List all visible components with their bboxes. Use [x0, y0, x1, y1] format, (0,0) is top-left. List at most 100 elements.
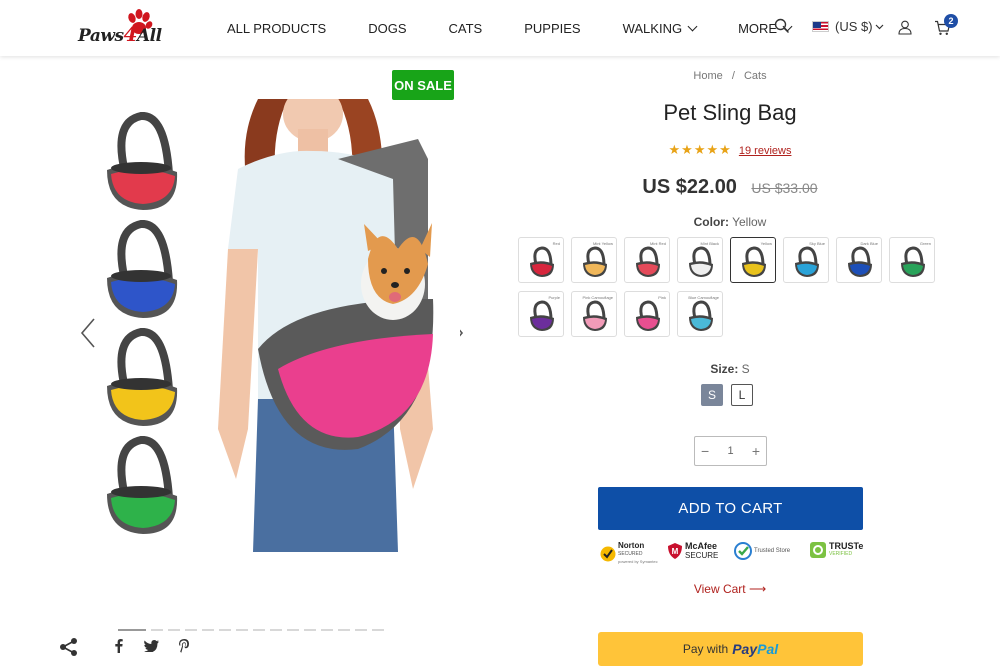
swatch-label: Green: [919, 241, 931, 246]
color-swatch-green[interactable]: Green: [889, 237, 935, 283]
swatch-bag-icon: [848, 246, 872, 277]
color-swatch-yellow[interactable]: Yellow: [730, 237, 776, 283]
qty-decrement-button[interactable]: −: [701, 443, 709, 459]
gallery-dot[interactable]: [304, 629, 316, 631]
swatch-label: Red: [552, 241, 560, 246]
norton-check-icon: [600, 546, 616, 562]
gallery-dot[interactable]: [270, 629, 282, 631]
gallery-dot[interactable]: [219, 629, 231, 631]
color-swatch-dark-blue[interactable]: Dark Blue: [836, 237, 882, 283]
site-logo[interactable]: Paws4All: [78, 8, 182, 48]
color-option-label: Color: Yellow: [693, 215, 767, 229]
quantity-stepper: − 1 +: [694, 436, 767, 466]
swatch-bag-icon: [742, 246, 766, 277]
paypal-logo-pay: Pay: [732, 641, 758, 657]
selected-color: Yellow: [732, 215, 767, 229]
gallery-dot[interactable]: [202, 629, 214, 631]
site-header: Paws4All ALL PRODUCTS DOGS CATS PUPPIES …: [0, 0, 1000, 56]
us-flag-icon: [812, 21, 829, 32]
swatch-bag-icon: [636, 246, 660, 277]
nav-all-products[interactable]: ALL PRODUCTS: [227, 0, 326, 56]
gallery-dot[interactable]: [355, 629, 367, 631]
truste-icon: [810, 542, 826, 558]
nav-cats[interactable]: CATS: [449, 0, 483, 56]
prev-image-arrow-icon[interactable]: [80, 318, 96, 348]
currency-label: (US $): [835, 19, 873, 34]
view-cart-link[interactable]: View Cart ⟶: [580, 582, 880, 596]
color-swatch-mint-red[interactable]: Mint Red: [624, 237, 670, 283]
share-icon[interactable]: [59, 637, 79, 657]
svg-text:M: M: [672, 547, 679, 556]
nav-puppies[interactable]: PUPPIES: [524, 0, 580, 56]
color-swatch-mint-black[interactable]: Mint Black: [677, 237, 723, 283]
chevron-down-icon: [687, 21, 698, 31]
nav-walking[interactable]: WALKING: [623, 0, 698, 56]
mcafee-shield-icon: M: [668, 543, 682, 559]
search-icon[interactable]: [774, 18, 790, 34]
thumbnail-green[interactable]: [103, 436, 179, 536]
breadcrumb-separator: /: [731, 70, 735, 82]
color-swatch-blue-camouflage[interactable]: Blue Camouflage: [677, 291, 723, 337]
gallery-dot[interactable]: [372, 629, 384, 631]
swatch-bag-icon: [795, 246, 819, 277]
color-swatch-mint-yellow[interactable]: Mint Yellow: [571, 237, 617, 283]
breadcrumb-cats[interactable]: Cats: [744, 70, 767, 82]
breadcrumb-home[interactable]: Home: [693, 70, 722, 82]
product-rating: ★★★★★ 19 reviews: [580, 142, 880, 158]
gallery-dot[interactable]: [338, 629, 350, 631]
gallery-dot[interactable]: [185, 629, 197, 631]
quantity-input[interactable]: 1: [727, 445, 733, 457]
swatch-label: Pink Camouflage: [582, 295, 613, 300]
pinterest-icon[interactable]: [178, 638, 190, 653]
color-swatch-sky-blue[interactable]: Sky Blue: [783, 237, 829, 283]
truste-badge: TRUSTe VERIFIED: [810, 542, 863, 558]
currency-selector[interactable]: (US $): [812, 19, 884, 34]
main-nav: ALL PRODUCTS DOGS CATS PUPPIES WALKING M…: [227, 0, 793, 56]
thumbnail-blue[interactable]: [103, 220, 179, 320]
size-l-button[interactable]: L: [731, 384, 753, 406]
compare-price: US $33.00: [751, 180, 818, 196]
color-swatch-pink-camouflage[interactable]: Pink Camouflage: [571, 291, 617, 337]
add-to-cart-button[interactable]: ADD TO CART: [598, 487, 863, 530]
gallery-dot[interactable]: [168, 629, 180, 631]
breadcrumb: Home / Cats: [580, 70, 880, 82]
swatch-bag-icon: [636, 300, 660, 331]
facebook-icon[interactable]: [114, 638, 123, 653]
product-photo: [218, 99, 434, 552]
gallery-dot[interactable]: [151, 629, 163, 631]
thumbnail-red[interactable]: [103, 112, 179, 212]
qty-increment-button[interactable]: +: [752, 443, 760, 459]
color-swatch-red[interactable]: Red: [518, 237, 564, 283]
norton-badge: Norton SECURED powered by Symantec: [600, 542, 658, 566]
gallery-dot[interactable]: [118, 629, 146, 631]
gallery-dot[interactable]: [287, 629, 299, 631]
swatch-bag-icon: [901, 246, 925, 277]
twitter-icon[interactable]: [144, 640, 159, 652]
swatch-bag-icon: [689, 300, 713, 331]
swatch-label: Pink: [658, 295, 666, 300]
color-swatch-purple[interactable]: Purple: [518, 291, 564, 337]
swatch-bag-icon: [583, 246, 607, 277]
gallery-dot[interactable]: [253, 629, 265, 631]
paypal-button[interactable]: Pay with Pay Pal: [598, 632, 863, 666]
account-icon[interactable]: [898, 20, 912, 35]
size-s-button[interactable]: S: [701, 384, 723, 406]
selected-size: S: [741, 362, 750, 376]
swatch-label: Purple: [548, 295, 560, 300]
gallery-dot[interactable]: [236, 629, 248, 631]
main-product-image[interactable]: [218, 99, 460, 552]
swatch-bag-icon: [689, 246, 713, 277]
swatch-label: Mint Red: [649, 241, 666, 246]
swatch-label: Yellow: [760, 241, 772, 246]
reviews-link[interactable]: 19 reviews: [739, 145, 792, 157]
gallery-dot[interactable]: [321, 629, 333, 631]
nav-dogs[interactable]: DOGS: [368, 0, 406, 56]
swatch-bag-icon: [530, 246, 554, 277]
swatch-label: Blue Camouflage: [688, 295, 719, 300]
size-option-label: Size: S: [710, 362, 750, 376]
color-swatch-pink[interactable]: Pink: [624, 291, 670, 337]
rating-stars-icon: ★★★★★: [668, 142, 732, 157]
swatch-bag-icon: [583, 300, 607, 331]
swatch-label: Sky Blue: [809, 241, 825, 246]
thumbnail-yellow[interactable]: [103, 328, 179, 428]
